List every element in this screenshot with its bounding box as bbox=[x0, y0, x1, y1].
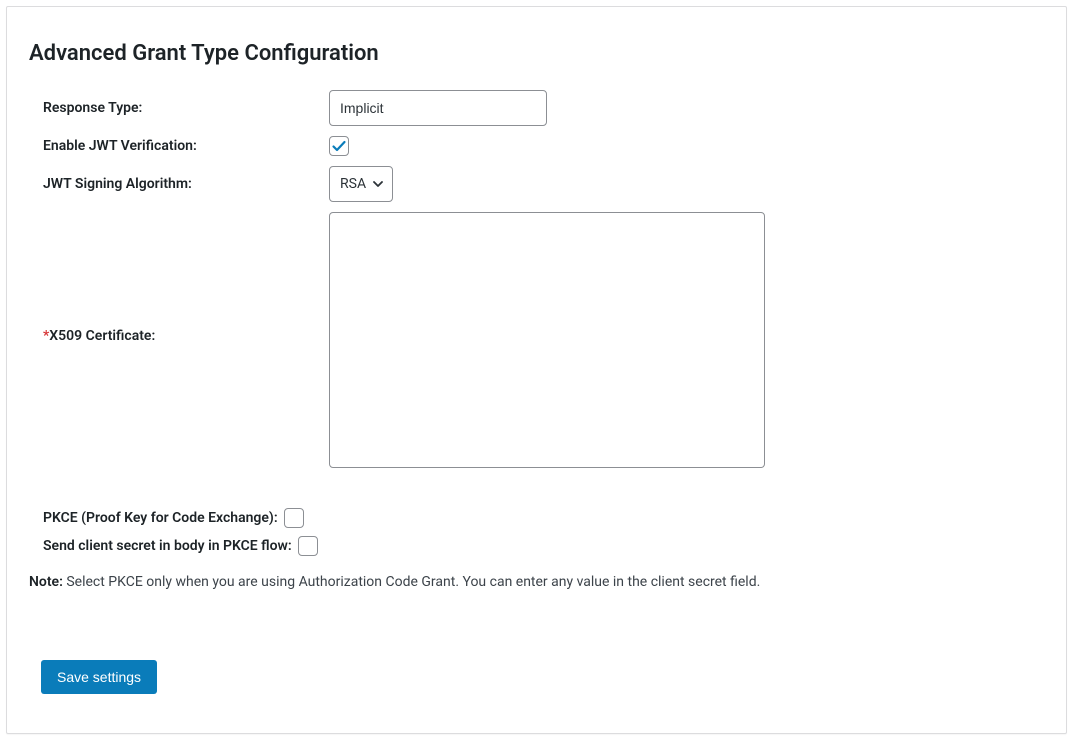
signing-algo-value: RSA bbox=[340, 176, 366, 192]
pkce-checkbox[interactable] bbox=[284, 508, 304, 528]
row-signing-algo: JWT Signing Algorithm: RSA bbox=[29, 166, 1044, 202]
response-type-input[interactable] bbox=[329, 90, 547, 126]
note-text: Select PKCE only when you are using Auth… bbox=[63, 574, 760, 590]
row-jwt-verification: Enable JWT Verification: bbox=[29, 136, 1044, 156]
label-x509-text: X509 Certificate: bbox=[49, 328, 155, 344]
label-pkce-secret-body: Send client secret in body in PKCE flow: bbox=[43, 538, 292, 554]
signing-algo-select[interactable]: RSA bbox=[329, 166, 393, 202]
label-pkce: PKCE (Proof Key for Code Exchange): bbox=[43, 510, 278, 526]
label-response-type: Response Type: bbox=[29, 100, 329, 116]
x509-textarea[interactable] bbox=[329, 212, 765, 468]
label-signing-algo: JWT Signing Algorithm: bbox=[29, 176, 329, 192]
label-jwt-verification: Enable JWT Verification: bbox=[29, 138, 329, 154]
save-button[interactable]: Save settings bbox=[41, 660, 157, 694]
row-pkce-secret-body: Send client secret in body in PKCE flow: bbox=[29, 536, 1044, 556]
chevron-down-icon bbox=[372, 178, 384, 190]
row-response-type: Response Type: bbox=[29, 90, 1044, 126]
config-panel: Advanced Grant Type Configuration Respon… bbox=[6, 6, 1067, 734]
jwt-verification-checkbox[interactable] bbox=[329, 136, 349, 156]
row-x509: *X509 Certificate: bbox=[29, 212, 1044, 468]
check-icon bbox=[331, 138, 347, 154]
spacer bbox=[29, 478, 1044, 508]
label-x509: *X509 Certificate: bbox=[29, 212, 329, 344]
note: Note: Select PKCE only when you are usin… bbox=[29, 574, 1044, 590]
row-pkce: PKCE (Proof Key for Code Exchange): bbox=[29, 508, 1044, 528]
pkce-secret-body-checkbox[interactable] bbox=[298, 536, 318, 556]
page-title: Advanced Grant Type Configuration bbox=[29, 41, 1044, 66]
note-prefix: Note: bbox=[29, 574, 63, 590]
